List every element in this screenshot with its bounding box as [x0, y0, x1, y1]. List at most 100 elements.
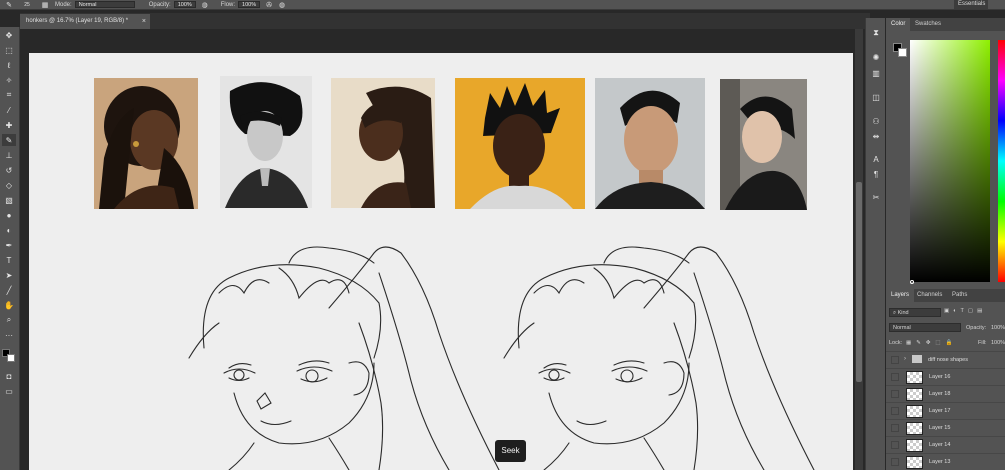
- brush-settings-icon[interactable]: ✺: [870, 52, 882, 62]
- character-icon[interactable]: A: [870, 154, 882, 164]
- properties-icon[interactable]: ⇹: [870, 131, 882, 141]
- layer-row[interactable]: › diff nose shapes: [886, 351, 1005, 368]
- filter-adjust-icon[interactable]: ◐: [953, 308, 956, 317]
- color-picker-field[interactable]: [910, 40, 990, 282]
- opacity-field[interactable]: 100%: [173, 1, 196, 8]
- pressure-size-icon[interactable]: ◍: [278, 1, 286, 9]
- gradient-tool-icon[interactable]: ▧: [2, 194, 16, 206]
- background-color-swatch[interactable]: [7, 354, 15, 362]
- visibility-toggle[interactable]: [891, 407, 899, 415]
- fill-value[interactable]: 100%: [991, 340, 1005, 349]
- brushes-icon[interactable]: ▥: [870, 68, 882, 78]
- group-expand-icon[interactable]: ›: [904, 356, 906, 362]
- layer-name: Layer 15: [929, 425, 951, 431]
- layer-opacity-label: Opacity:: [966, 325, 987, 331]
- folder-icon: [912, 355, 922, 363]
- layer-row[interactable]: Layer 16: [886, 368, 1005, 385]
- line-tool-icon[interactable]: ╱: [2, 284, 16, 296]
- visibility-toggle[interactable]: [891, 441, 899, 449]
- airbrush-icon[interactable]: ✇: [265, 1, 273, 9]
- tab-channels[interactable]: Channels: [912, 289, 947, 302]
- filter-shape-icon[interactable]: ▢: [968, 308, 973, 317]
- eyedropper-tool-icon[interactable]: ⁄: [2, 104, 16, 116]
- eraser-tool-icon[interactable]: ◇: [2, 179, 16, 191]
- layer-name: Layer 14: [929, 442, 951, 448]
- crop-tool-icon[interactable]: ⌗: [2, 89, 16, 101]
- layer-row[interactable]: Layer 13: [886, 453, 1005, 470]
- adjustments-icon[interactable]: ◫: [870, 92, 882, 102]
- hue-slider[interactable]: [998, 40, 1005, 282]
- tab-swatches[interactable]: Swatches: [910, 18, 946, 31]
- layer-row[interactable]: Layer 18: [886, 385, 1005, 402]
- type-tool-icon[interactable]: T: [2, 254, 16, 266]
- reference-photo-5: [595, 78, 705, 209]
- layer-filter-select[interactable]: ⌕ Kind: [889, 308, 941, 317]
- visibility-toggle[interactable]: [891, 373, 899, 381]
- seek-tooltip[interactable]: Seek: [495, 440, 526, 462]
- hand-tool-icon[interactable]: ✋: [2, 299, 16, 311]
- layer-thumbnail: [906, 439, 923, 452]
- document-tab[interactable]: honkers @ 16.7% (Layer 19, RGB/8) * ×: [20, 14, 150, 29]
- visibility-toggle[interactable]: [891, 356, 899, 364]
- visibility-toggle[interactable]: [891, 458, 899, 466]
- more-tools-icon[interactable]: ···: [2, 329, 16, 341]
- close-icon[interactable]: ×: [142, 14, 146, 29]
- clone-source-icon[interactable]: ⚇: [870, 116, 882, 126]
- workspace-select[interactable]: Essentials: [954, 0, 988, 9]
- quick-mask-icon[interactable]: ◘: [2, 370, 16, 382]
- filter-type-icon[interactable]: T: [961, 308, 964, 317]
- layer-opacity-value[interactable]: 100%: [991, 325, 1005, 334]
- background-color-chip[interactable]: [898, 48, 907, 57]
- marquee-tool-icon[interactable]: ⬚: [2, 44, 16, 56]
- brush-panel-icon[interactable]: ▦: [41, 1, 49, 9]
- canvas-vertical-scrollbar[interactable]: [855, 29, 863, 470]
- mode-select[interactable]: Normal: [74, 1, 135, 8]
- pressure-opacity-icon[interactable]: ◍: [201, 1, 209, 9]
- filter-smart-icon[interactable]: ▤: [977, 308, 982, 317]
- stamp-tool-icon[interactable]: ⊥: [2, 149, 16, 161]
- brush-tool-icon[interactable]: ✎: [2, 134, 16, 146]
- layers-panel-tabs: Layers Channels Paths: [886, 289, 1005, 302]
- scrollbar-thumb[interactable]: [856, 182, 862, 382]
- layer-row[interactable]: Layer 14: [886, 436, 1005, 453]
- layer-row[interactable]: Layer 15: [886, 419, 1005, 436]
- brush-size-indicator[interactable]: 25: [18, 1, 36, 8]
- tab-layers[interactable]: Layers: [886, 289, 915, 302]
- right-panel-dock: Color Swatches Layers Channels Paths ⌕ K…: [886, 18, 1005, 470]
- brush-preset-icon[interactable]: ✎: [5, 1, 13, 9]
- lock-pixels-icon[interactable]: ✎: [916, 340, 921, 349]
- filter-pixel-icon[interactable]: ▣: [944, 308, 949, 317]
- filter-kind-label: Kind: [897, 310, 909, 316]
- quick-select-tool-icon[interactable]: ✧: [2, 74, 16, 86]
- layer-row[interactable]: Layer 17: [886, 402, 1005, 419]
- visibility-toggle[interactable]: [891, 390, 899, 398]
- lock-transparent-icon[interactable]: ▦: [906, 340, 911, 349]
- layer-thumbnail: [906, 405, 923, 418]
- dodge-tool-icon[interactable]: ◐: [2, 224, 16, 236]
- document-canvas[interactable]: [29, 53, 853, 470]
- lasso-tool-icon[interactable]: ℓ: [2, 59, 16, 71]
- path-select-tool-icon[interactable]: ➤: [2, 269, 16, 281]
- healing-tool-icon[interactable]: ✚: [2, 119, 16, 131]
- lock-artboard-icon[interactable]: ⬚: [935, 340, 940, 349]
- flow-label: Flow:: [220, 1, 236, 8]
- blur-tool-icon[interactable]: ●: [2, 209, 16, 221]
- lock-all-icon[interactable]: 🔒: [946, 340, 953, 349]
- color-picker-cursor[interactable]: [910, 280, 914, 284]
- blend-mode-select[interactable]: Normal: [889, 323, 961, 332]
- tool-presets-icon[interactable]: ✂: [870, 192, 882, 202]
- pen-tool-icon[interactable]: ✒: [2, 239, 16, 251]
- history-brush-tool-icon[interactable]: ↺: [2, 164, 16, 176]
- panel-icon-strip: ⧗ ✺ ▥ ◫ ⚇ ⇹ A ¶ ✂: [865, 18, 885, 470]
- tab-color[interactable]: Color: [886, 18, 911, 31]
- zoom-tool-icon[interactable]: ⌕: [2, 314, 16, 326]
- lock-position-icon[interactable]: ✥: [926, 340, 931, 349]
- move-tool-icon[interactable]: ✥: [2, 29, 16, 41]
- tab-paths[interactable]: Paths: [947, 289, 972, 302]
- options-bar: ✎ 25 ▦ Mode: Normal Opacity: 100% ◍ Flow…: [0, 0, 1005, 10]
- history-icon[interactable]: ⧗: [870, 28, 882, 38]
- screen-mode-icon[interactable]: ▭: [2, 385, 16, 397]
- flow-field[interactable]: 100%: [238, 1, 261, 8]
- paragraph-icon[interactable]: ¶: [870, 169, 882, 179]
- visibility-toggle[interactable]: [891, 424, 899, 432]
